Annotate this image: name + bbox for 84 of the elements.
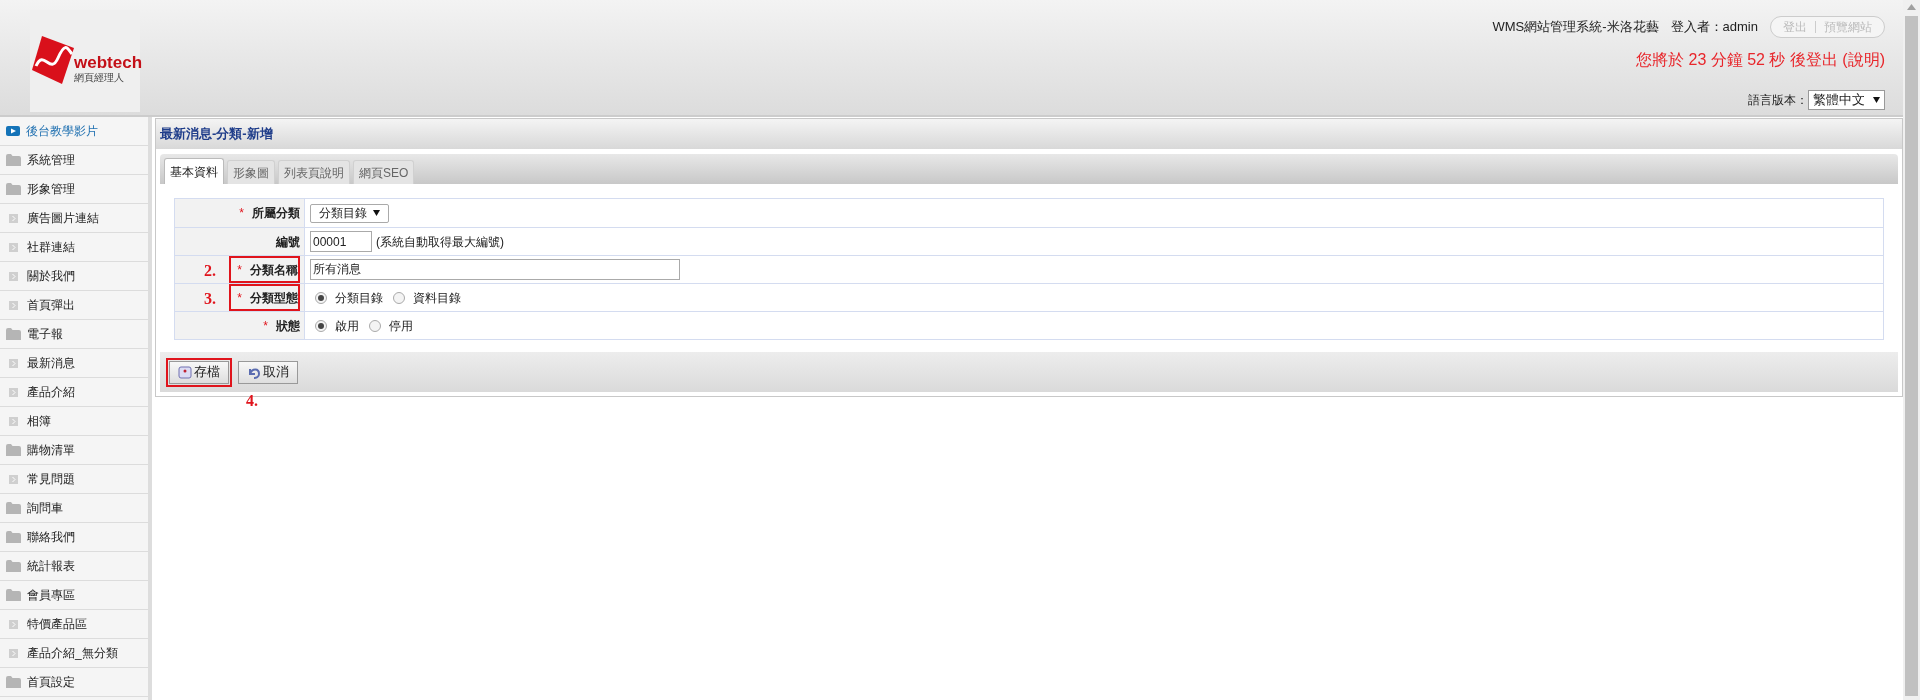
caret-icon — [373, 210, 380, 216]
folder-icon — [6, 444, 21, 456]
panel-title: 最新消息-分類-新增 — [160, 125, 273, 144]
radio-button[interactable] — [393, 291, 405, 304]
sidebar-item[interactable]: 產品介紹_無分類 — [0, 639, 148, 668]
radio-button[interactable] — [369, 319, 381, 332]
arrow-icon — [9, 358, 18, 368]
text-field[interactable]: 所有消息 — [310, 259, 680, 280]
folder-icon — [6, 676, 21, 688]
folder-icon — [6, 531, 21, 543]
arrow-icon — [9, 474, 18, 484]
tab[interactable]: 基本資料 — [164, 158, 224, 184]
category-select[interactable]: 分類目錄 — [310, 203, 389, 223]
sidebar-item[interactable]: 首頁彈出 — [0, 291, 148, 320]
user-label: 登入者：admin — [1670, 18, 1758, 37]
sidebar-item[interactable]: 關於我們 — [0, 262, 148, 291]
arrow-icon — [9, 271, 18, 281]
sidebar-item[interactable]: 首頁設定 — [0, 668, 148, 697]
field-hint: (系統自動取得最大編號) — [376, 233, 504, 251]
arrow-icon — [9, 648, 18, 658]
sidebar-item[interactable]: 特價產品區 — [0, 610, 148, 639]
step-number: 2. — [204, 261, 216, 281]
folder-icon — [6, 183, 21, 195]
required-mark: * — [237, 289, 242, 307]
save-button[interactable]: 存檔 — [169, 360, 229, 384]
radio-button[interactable] — [315, 319, 327, 332]
scroll-thumb[interactable] — [1905, 16, 1918, 696]
field-label: 所屬分類 — [252, 205, 300, 222]
logo-brand: webtech — [74, 54, 143, 71]
radio-button[interactable] — [315, 291, 327, 304]
arrow-icon — [9, 387, 18, 397]
arrow-icon — [9, 242, 18, 252]
tab[interactable]: 網頁SEO — [353, 160, 415, 184]
arrow-icon — [9, 619, 18, 629]
sidebar-item[interactable]: 統計報表 — [0, 552, 148, 581]
logout-countdown: 您將於 23 分鐘 52 秒 後登出 (說明) — [1636, 50, 1885, 70]
logo-subtitle: 網頁經理人 — [74, 73, 124, 83]
folder-icon — [6, 328, 21, 340]
sidebar-item[interactable]: 聯絡我們 — [0, 523, 148, 552]
sidebar-item[interactable]: 後台教學影片 — [0, 117, 148, 146]
folder-icon — [6, 502, 21, 514]
field-label: 編號 — [276, 233, 300, 251]
arrow-icon — [9, 416, 18, 426]
tab[interactable]: 列表頁說明 — [278, 160, 350, 184]
step-number: 4. — [246, 390, 258, 411]
scroll-up-icon[interactable] — [1907, 4, 1916, 10]
sidebar-item[interactable]: 電子報 — [0, 320, 148, 349]
sidebar-item[interactable]: 社群連結 — [0, 233, 148, 262]
field-label: 狀態 — [276, 317, 300, 335]
step-number: 3. — [204, 289, 216, 309]
system-title: WMS網站管理系統-米洛花藝 — [1492, 18, 1659, 37]
folder-icon — [6, 560, 21, 572]
cancel-button[interactable]: 取消 — [238, 360, 298, 384]
sidebar-item[interactable]: 相簿 — [0, 407, 148, 436]
arrow-icon — [9, 300, 18, 310]
language-select[interactable]: 繁體中文 — [1808, 90, 1885, 110]
radio-label: 停用 — [389, 317, 413, 335]
language-label: 語言版本： — [1748, 92, 1808, 109]
required-mark: * — [239, 205, 244, 222]
folder-icon — [6, 154, 21, 166]
field-label: 分類名稱 — [250, 261, 298, 279]
caret-icon — [1873, 97, 1880, 103]
radio-label: 啟用 — [335, 317, 359, 335]
text-field[interactable]: 00001 — [310, 231, 372, 252]
sidebar-item[interactable]: 廣告圖片連結 — [0, 204, 148, 233]
sidebar-item[interactable]: 詢問車 — [0, 494, 148, 523]
sidebar-item[interactable]: 形象管理 — [0, 175, 148, 204]
tab[interactable]: 形象圖 — [227, 160, 275, 184]
radio-label: 分類目錄 — [335, 289, 383, 307]
sidebar-item[interactable]: 購物清單 — [0, 436, 148, 465]
sidebar-item[interactable]: 產品介紹 — [0, 378, 148, 407]
field-label: 分類型態 — [250, 289, 298, 307]
required-mark: * — [237, 261, 242, 279]
logo-icon — [32, 36, 74, 84]
play-icon — [6, 126, 20, 136]
sidebar-item[interactable]: 系統管理 — [0, 146, 148, 175]
sidebar-item[interactable]: 會員專區 — [0, 581, 148, 610]
required-mark: * — [263, 317, 268, 335]
scrollbar[interactable] — [1903, 0, 1920, 700]
sidebar-item[interactable]: 常見問題 — [0, 465, 148, 494]
arrow-icon — [9, 213, 18, 223]
sidebar-item[interactable]: 最新消息 — [0, 349, 148, 378]
radio-label: 資料目錄 — [413, 289, 461, 307]
folder-icon — [6, 589, 21, 601]
